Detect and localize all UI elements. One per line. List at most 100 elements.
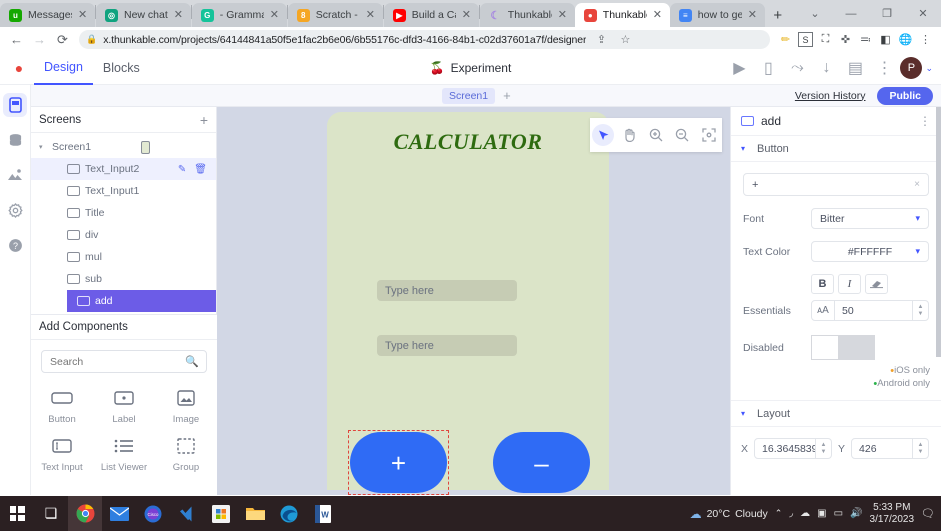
tree-item-text-input1[interactable]: Text_Input1 — [31, 180, 216, 202]
tree-item-div[interactable]: div — [31, 224, 216, 246]
clear-icon[interactable]: × — [914, 179, 920, 190]
help-rail-icon[interactable]: ? — [3, 233, 27, 257]
tree-item-add[interactable]: add — [67, 290, 216, 312]
tree-root-screen1[interactable]: ▾ Screen1 — [31, 136, 216, 158]
browser-tab[interactable]: 8 Scratch - In ✕ — [287, 3, 383, 27]
cursor-tool-icon[interactable] — [592, 124, 615, 146]
weather-widget[interactable]: ☁ 20°C Cloudy — [690, 507, 768, 521]
tree-item-sub[interactable]: sub — [31, 268, 216, 290]
docs-book-icon[interactable]: ▤ — [842, 55, 868, 81]
component-search[interactable]: 🔍 — [41, 350, 207, 373]
download-icon[interactable]: ↓ — [813, 55, 839, 81]
browser-tab[interactable]: ≡ how to get ✕ — [669, 3, 765, 27]
component-button[interactable]: Button — [31, 383, 93, 431]
component-list-viewer[interactable]: List Viewer — [93, 431, 155, 479]
play-icon[interactable]: ▶ — [726, 55, 752, 81]
browser-tab[interactable]: u Messages ✕ — [0, 3, 95, 27]
strikethrough-button[interactable] — [865, 274, 888, 294]
close-icon[interactable]: ✕ — [558, 9, 569, 21]
settings-rail-icon[interactable] — [3, 198, 27, 222]
component-image[interactable]: Image — [155, 383, 217, 431]
close-icon[interactable]: ✕ — [462, 9, 473, 21]
phone-preview-icon[interactable]: ▯ — [755, 55, 781, 81]
close-window-icon[interactable]: ✕ — [905, 0, 941, 27]
chevron-down-icon[interactable]: ▾ — [915, 213, 920, 224]
app-tray-icon[interactable]: ▣ — [817, 508, 826, 519]
data-rail-icon[interactable] — [3, 128, 27, 152]
component-group[interactable]: Group — [155, 431, 217, 479]
edge-taskbar-icon[interactable] — [272, 496, 306, 531]
tree-item-mul[interactable]: mul — [31, 246, 216, 268]
text-input-1[interactable]: Type here — [377, 280, 517, 301]
design-canvas[interactable]: CALCULATOR Type here Type here + – — [217, 107, 730, 495]
add-screen-button[interactable]: + — [503, 88, 511, 103]
font-size-field[interactable]: ᴀA 50 ▲ ▼ — [811, 300, 929, 321]
avatar[interactable]: P — [900, 57, 923, 79]
font-select[interactable]: Bitter ▾ — [811, 208, 929, 229]
vscode-taskbar-icon[interactable] — [170, 496, 204, 531]
tab-blocks[interactable]: Blocks — [93, 52, 150, 85]
tray-chevron-icon[interactable]: ⌃ — [775, 508, 783, 519]
clock[interactable]: 5:33 PM 3/17/2023 — [870, 502, 915, 526]
playlist-extension-icon[interactable]: ≕ — [856, 30, 875, 49]
text-color-select[interactable]: #FFFFFF ▾ — [811, 241, 929, 262]
chevron-down-icon[interactable]: ▾ — [915, 246, 920, 257]
more-kebab-icon[interactable]: ⋮ — [919, 115, 931, 127]
version-history-link[interactable]: Version History — [795, 90, 866, 102]
reload-icon[interactable]: ⟳ — [52, 29, 73, 50]
zoom-in-tool-icon[interactable] — [645, 124, 667, 146]
volume-icon[interactable]: 🔊 — [850, 508, 862, 519]
chevron-down-icon[interactable]: ▾ — [741, 144, 749, 153]
tab-design[interactable]: Design — [34, 52, 93, 85]
sidebar-extension-icon[interactable]: ◧ — [876, 30, 895, 49]
more-kebab-icon[interactable]: ⋮ — [871, 55, 897, 81]
share-icon[interactable]: ⤳ — [784, 55, 810, 81]
publish-button[interactable]: Public — [877, 86, 933, 105]
component-text-input[interactable]: Text Input — [31, 431, 93, 479]
close-icon[interactable]: ✕ — [653, 9, 664, 21]
notification-icon[interactable]: 🗨 — [921, 507, 935, 520]
maximize-icon[interactable]: ❐ — [869, 0, 905, 27]
address-bar[interactable]: 🔒 x.thunkable.com/projects/64144841a50f5… — [79, 30, 770, 49]
chrome-taskbar-icon[interactable] — [68, 496, 102, 531]
minimize-icon[interactable]: — — [833, 0, 869, 27]
component-label[interactable]: Label — [93, 383, 155, 431]
browser-tab[interactable]: G - Grammarl ✕ — [191, 3, 287, 27]
zoom-out-tool-icon[interactable] — [671, 124, 693, 146]
x-field[interactable]: 16.3645839 ▲ ▼ — [754, 438, 833, 459]
close-icon[interactable]: ✕ — [78, 9, 89, 21]
thunkable-logo-icon[interactable]: ● — [4, 60, 34, 76]
layout-section-header[interactable]: ▾ Layout — [731, 401, 941, 427]
s-extension-icon[interactable]: S — [798, 32, 813, 47]
subtract-button[interactable]: – — [493, 432, 590, 493]
tab-search-icon[interactable]: ⌄ — [797, 0, 833, 27]
onedrive-icon[interactable]: ☁ — [800, 508, 810, 519]
add-screen-plus-button[interactable]: + — [200, 112, 208, 128]
file-explorer-taskbar-icon[interactable] — [238, 496, 272, 531]
puzzle-extensions-icon[interactable]: ✜ — [836, 30, 855, 49]
close-icon[interactable]: ✕ — [270, 9, 281, 21]
microsoft-store-taskbar-icon[interactable] — [204, 496, 238, 531]
wifi-icon[interactable]: ◞ — [789, 508, 793, 519]
browser-tab[interactable]: ▶ Build a Calc ✕ — [383, 3, 479, 27]
tree-item-text-input2[interactable]: Text_Input2 ✎ 🗑 — [31, 158, 216, 180]
task-view-icon[interactable]: ❏ — [34, 496, 68, 531]
pencil-extension-icon[interactable]: ✏ — [776, 30, 795, 49]
chevron-down-icon[interactable]: ▾ — [741, 409, 749, 418]
bold-button[interactable]: B — [811, 274, 834, 294]
globe-extension-icon[interactable]: 🌐 — [896, 30, 915, 49]
y-stepper[interactable]: ▲ ▼ — [912, 439, 928, 458]
disabled-toggle[interactable] — [811, 335, 875, 360]
design-rail-icon[interactable] — [3, 93, 27, 117]
y-field[interactable]: 426 ▲ ▼ — [851, 438, 930, 459]
search-input[interactable] — [50, 355, 185, 368]
close-icon[interactable]: ✕ — [366, 9, 377, 21]
text-input-2[interactable]: Type here — [377, 335, 517, 356]
delete-icon[interactable]: 🗑 — [194, 164, 207, 175]
browser-tab[interactable]: ☾ Thunkable ✕ — [479, 3, 575, 27]
edit-icon[interactable]: ✎ — [178, 164, 186, 175]
browser-tab-active[interactable]: ● Thunkable ✕ — [574, 3, 670, 27]
battery-icon[interactable]: ▭ — [834, 508, 843, 519]
font-size-stepper[interactable]: ▲ ▼ — [912, 301, 928, 320]
chevron-down-icon[interactable]: ▾ — [39, 143, 47, 151]
